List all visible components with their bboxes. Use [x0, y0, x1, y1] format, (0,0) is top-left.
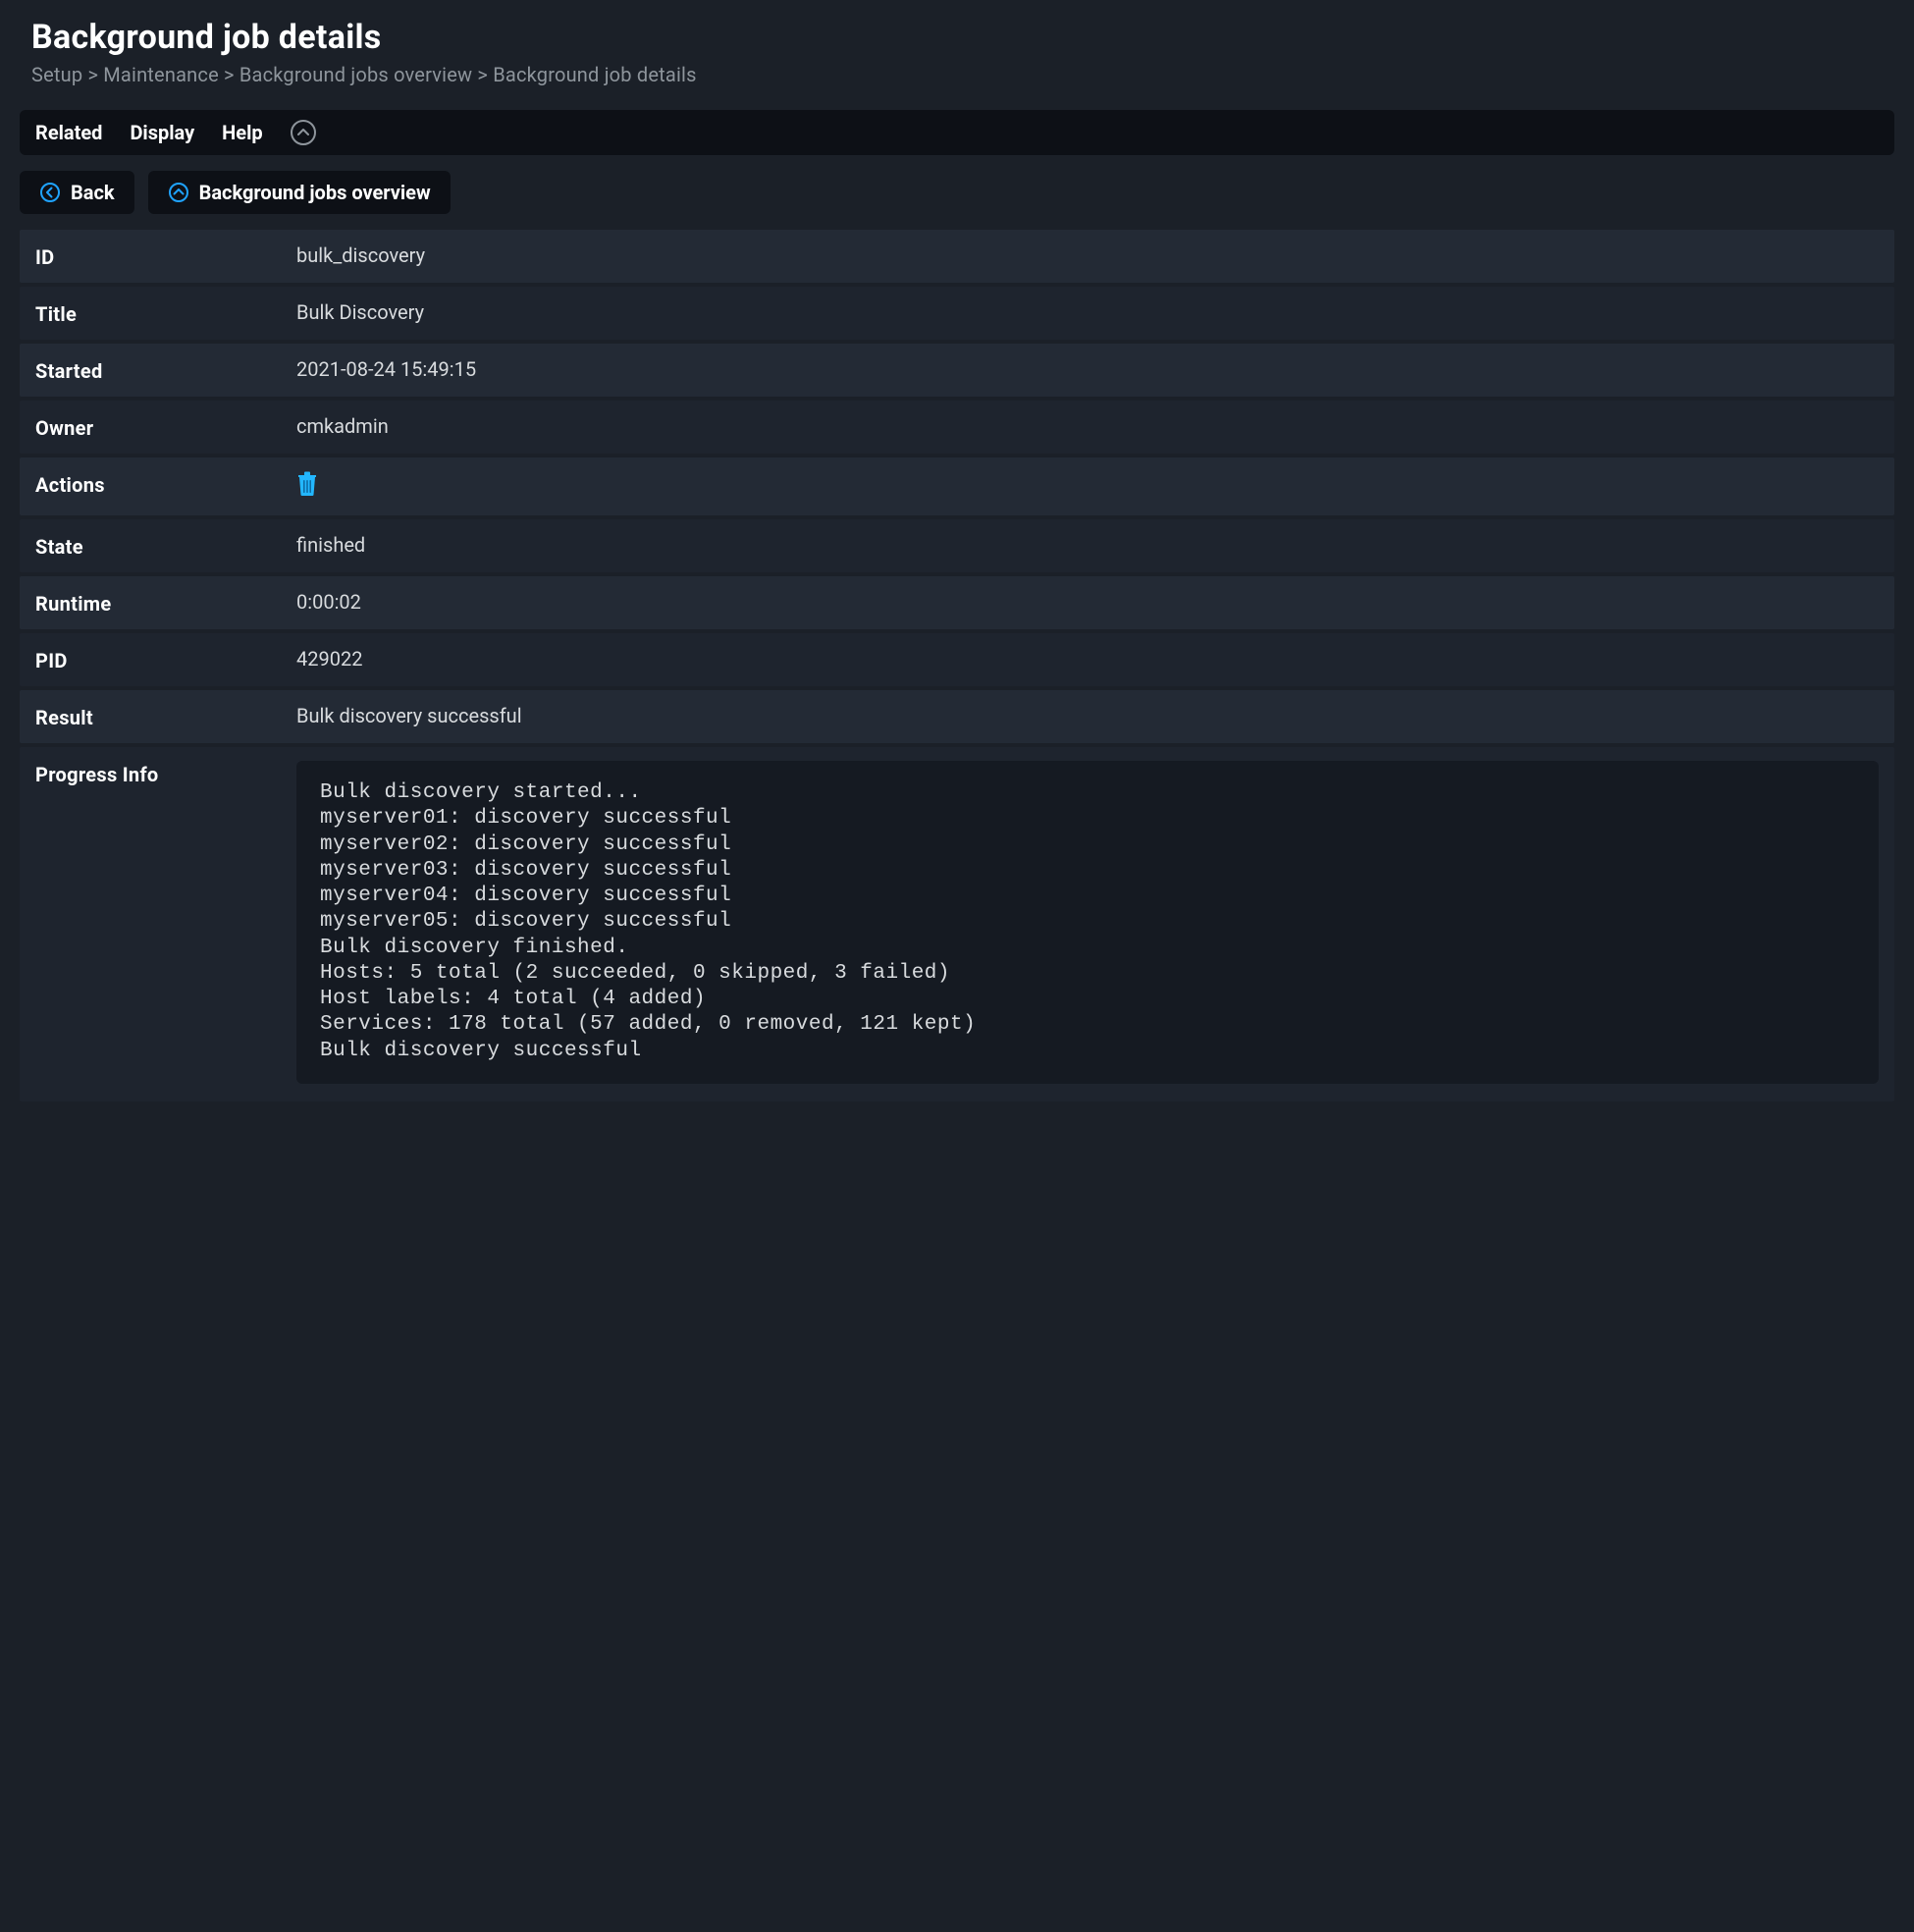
row-state: State finished [20, 519, 1894, 572]
overview-button-label: Background jobs overview [199, 181, 431, 204]
value-pid: 429022 [296, 647, 1879, 671]
value-started: 2021-08-24 15:49:15 [296, 357, 1879, 381]
label-title: Title [35, 300, 296, 326]
label-progress: Progress Info [35, 761, 296, 1084]
arrow-left-circle-icon [39, 182, 61, 203]
page-title: Background job details [31, 18, 1883, 57]
row-owner: Owner cmkadmin [20, 401, 1894, 454]
label-owner: Owner [35, 414, 296, 440]
label-runtime: Runtime [35, 590, 296, 616]
row-id: ID bulk_discovery [20, 230, 1894, 283]
back-button[interactable]: Back [20, 171, 134, 214]
chevron-up-icon [297, 129, 309, 136]
value-owner: cmkadmin [296, 414, 1879, 438]
value-id: bulk_discovery [296, 243, 1879, 267]
label-started: Started [35, 357, 296, 383]
menu-item-related[interactable]: Related [35, 121, 102, 144]
label-state: State [35, 533, 296, 559]
row-title: Title Bulk Discovery [20, 287, 1894, 340]
progress-log: Bulk discovery started... myserver01: di… [296, 761, 1879, 1084]
value-title: Bulk Discovery [296, 300, 1879, 324]
label-result: Result [35, 704, 296, 729]
value-state: finished [296, 533, 1879, 557]
menu-item-help[interactable]: Help [222, 121, 262, 144]
row-progress: Progress Info Bulk discovery started... … [20, 747, 1894, 1101]
label-actions: Actions [35, 471, 296, 497]
trash-icon [296, 471, 318, 502]
row-runtime: Runtime 0:00:02 [20, 576, 1894, 629]
row-pid: PID 429022 [20, 633, 1894, 686]
row-result: Result Bulk discovery successful [20, 690, 1894, 743]
row-started: Started 2021-08-24 15:49:15 [20, 344, 1894, 397]
row-actions: Actions [20, 457, 1894, 515]
value-result: Bulk discovery successful [296, 704, 1879, 727]
value-runtime: 0:00:02 [296, 590, 1879, 614]
label-id: ID [35, 243, 296, 269]
back-button-label: Back [71, 181, 115, 204]
delete-button[interactable] [296, 471, 318, 502]
menubar: Related Display Help [20, 110, 1894, 155]
arrow-up-circle-icon [168, 182, 189, 203]
collapse-toggle[interactable] [291, 120, 316, 145]
breadcrumb: Setup > Maintenance > Background jobs ov… [31, 63, 1883, 86]
details-table: ID bulk_discovery Title Bulk Discovery S… [20, 230, 1894, 1101]
overview-button[interactable]: Background jobs overview [148, 171, 451, 214]
menu-item-display[interactable]: Display [130, 121, 194, 144]
label-pid: PID [35, 647, 296, 672]
